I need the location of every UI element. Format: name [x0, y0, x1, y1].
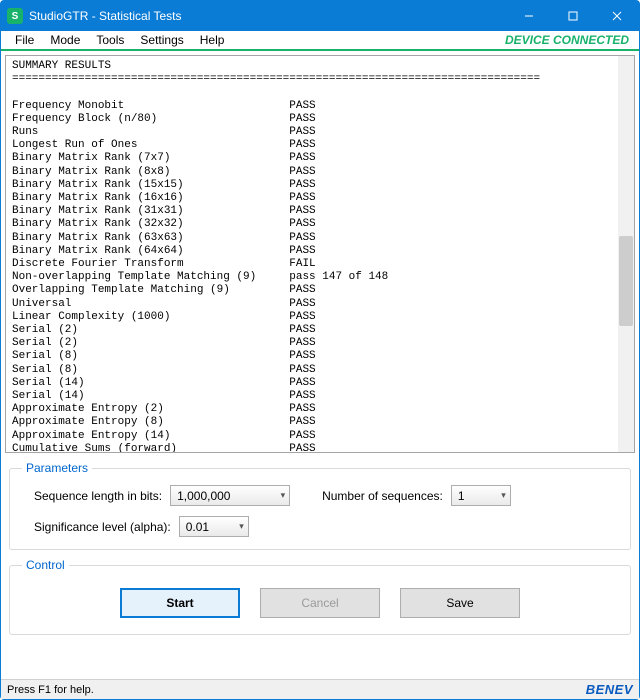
control-group: Control Start Cancel Save [9, 558, 631, 635]
menu-tools[interactable]: Tools [88, 31, 132, 49]
window-title: StudioGTR - Statistical Tests [29, 9, 507, 23]
titlebar: S StudioGTR - Statistical Tests [1, 1, 639, 31]
status-hint: Press F1 for help. [7, 684, 94, 696]
menu-mode[interactable]: Mode [42, 31, 88, 49]
control-legend: Control [22, 558, 69, 572]
parameters-group: Parameters Sequence length in bits: 1,00… [9, 461, 631, 550]
parameters-legend: Parameters [22, 461, 92, 475]
menu-file[interactable]: File [7, 31, 42, 49]
save-button[interactable]: Save [400, 588, 520, 618]
seq-len-combo[interactable]: 1,000,000 [170, 485, 290, 506]
num-seq-combo[interactable]: 1 [451, 485, 511, 506]
results-panel[interactable]: SUMMARY RESULTS ========================… [5, 55, 635, 453]
num-seq-label: Number of sequences: [322, 489, 443, 503]
close-button[interactable] [595, 1, 639, 31]
app-icon: S [7, 8, 23, 24]
brand-label: BENEV [586, 682, 633, 697]
results-text: SUMMARY RESULTS ========================… [12, 60, 628, 453]
seq-len-label: Sequence length in bits: [34, 489, 162, 503]
start-button[interactable]: Start [120, 588, 240, 618]
alpha-combo[interactable]: 0.01 [179, 516, 249, 537]
maximize-button[interactable] [551, 1, 595, 31]
cancel-button: Cancel [260, 588, 380, 618]
alpha-label: Significance level (alpha): [34, 520, 171, 534]
menubar: File Mode Tools Settings Help DEVICE CON… [1, 31, 639, 51]
statusbar: Press F1 for help. BENEV [1, 679, 639, 699]
menu-settings[interactable]: Settings [132, 31, 191, 49]
device-status: DEVICE CONNECTED [505, 33, 633, 47]
menu-help[interactable]: Help [192, 31, 233, 49]
minimize-button[interactable] [507, 1, 551, 31]
